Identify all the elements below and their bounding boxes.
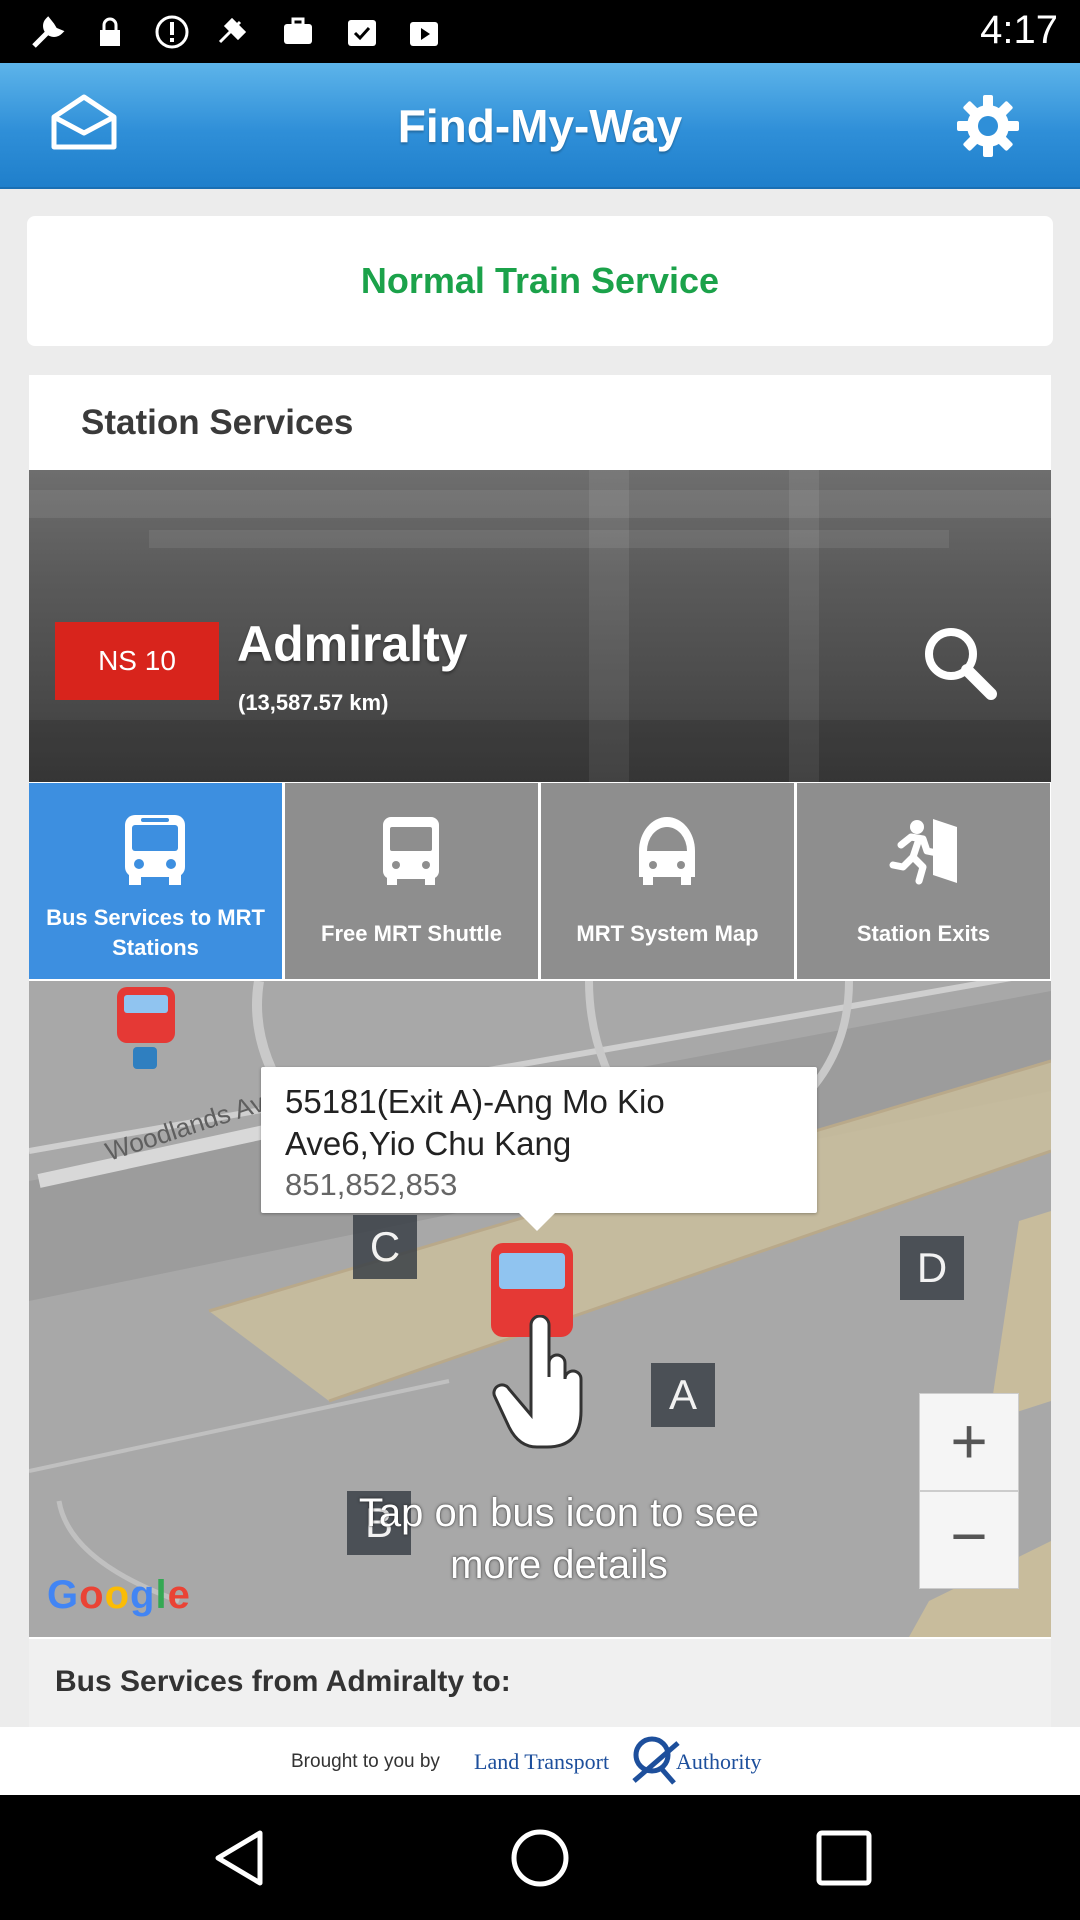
station-code-badge: NS 10 [55,622,219,700]
zoom-out-button[interactable]: − [919,1491,1019,1589]
status-bar: 4:17 [0,0,1080,63]
footer-brought-by: Brought to you by [291,1751,440,1772]
lock-icon [100,17,120,46]
lta-logo-icon [632,1736,680,1785]
google-letter: e [167,1573,191,1617]
bus-services-from-label: Bus Services from Admiralty to: [55,1665,511,1698]
station-name: Admiralty [237,616,468,672]
google-letter: l [155,1573,168,1617]
briefcase-icon [284,17,312,44]
bus-stop-services: 851,852,853 [285,1167,458,1202]
exit-marker-c[interactable]: C [353,1215,417,1279]
tile-label: Free MRT Shuttle [321,921,502,946]
hand-pointer-icon [492,1315,583,1449]
alert-icon [155,15,189,49]
google-attribution: Google [47,1573,191,1618]
service-status-text: Normal Train Service [360,260,720,301]
google-letter: G [47,1573,80,1617]
zoom-in-button[interactable]: + [919,1393,1019,1491]
bus-icon [125,815,185,885]
exit-running-icon [889,819,957,885]
tile-label: MRT System Map [576,921,759,946]
google-letter: o [104,1573,130,1617]
tile-free-mrt-shuttle[interactable]: Free MRT Shuttle [285,783,538,979]
wrench-icon [32,16,65,48]
gear-icon[interactable] [955,93,1021,159]
station-banner: NS 10 Admiralty (13,587.57 km) [29,470,1051,782]
footer-org-part1: Land Transport [474,1749,610,1774]
google-letter: o [79,1573,105,1617]
station-services-card: Station Services NS 10 Admiralty (13,587… [29,375,1051,1727]
recents-icon[interactable] [813,1827,875,1889]
tile-label: Bus Services to MRT Stations [46,905,265,960]
bus-services-from-header: Bus Services from Admiralty to: [29,1639,1051,1727]
exit-marker-a[interactable]: A [651,1363,715,1427]
system-nav-bar [0,1795,1080,1920]
play-store-icon [410,22,438,46]
map-view[interactable]: Woodlands Av 55181(Exit A)-Ang Mo Kio Av… [29,981,1051,1637]
back-icon[interactable] [210,1827,272,1889]
checklist-icon [348,20,376,46]
service-tiles: Bus Services to MRT Stations Free MRT Sh… [29,783,1051,979]
tile-mrt-system-map[interactable]: MRT System Map [541,783,794,979]
app-title: Find-My-Way [397,100,683,152]
search-icon[interactable] [919,622,999,702]
exit-marker-d[interactable]: D [900,1236,964,1300]
train-icon [639,817,695,885]
tile-station-exits[interactable]: Station Exits [797,783,1050,979]
tile-label: Station Exits [856,921,991,946]
bus-stop-name: 55181(Exit A)-Ang Mo Kio Ave6,Yio Chu Ka… [285,1083,665,1162]
fake-gps-icon [218,17,247,44]
section-heading: Station Services [81,403,354,442]
tile-bus-services[interactable]: Bus Services to MRT Stations [29,783,282,979]
shuttle-bus-icon [383,817,439,885]
footer-org-part2: Authority [676,1749,762,1774]
home-icon[interactable] [509,1827,571,1889]
app-bar: Find-My-Way [0,63,1080,189]
service-status-card[interactable]: Normal Train Service [27,216,1053,346]
station-distance: (13,587.57 km) [238,690,389,715]
map-hint-text: Tap on bus icon to see more details [358,1491,760,1587]
status-time: 4:17 [980,8,1058,52]
google-letter: g [130,1573,156,1617]
bus-stop-info-bubble[interactable]: 55181(Exit A)-Ang Mo Kio Ave6,Yio Chu Ka… [261,1067,817,1231]
footer-credit: Brought to you by Land Transport Authori… [0,1727,1080,1795]
